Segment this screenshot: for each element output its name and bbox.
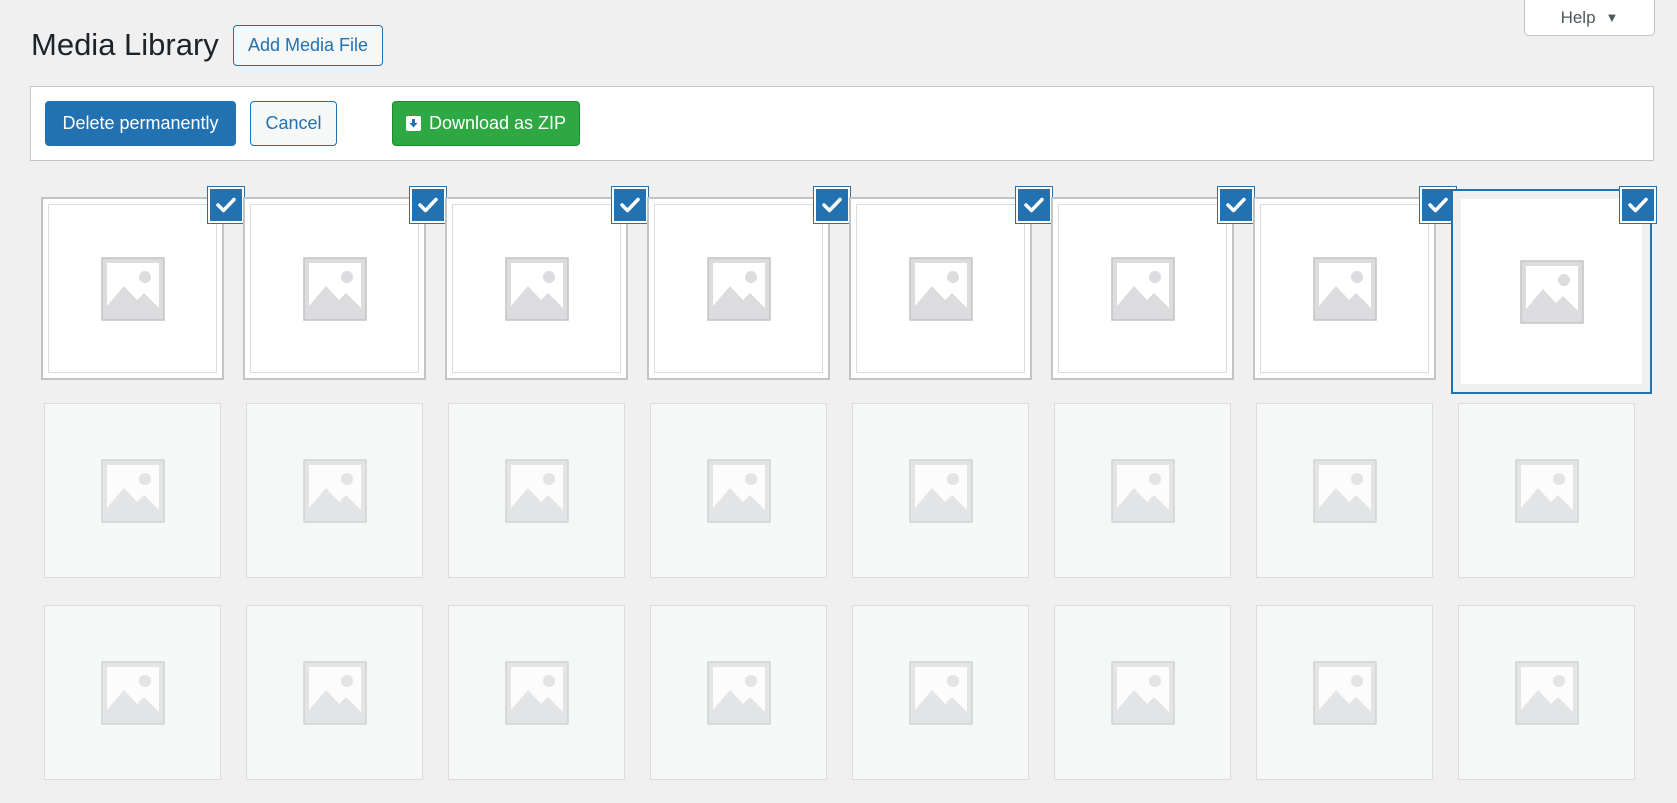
image-placeholder-icon [302, 660, 367, 725]
media-item[interactable] [1251, 397, 1438, 584]
image-placeholder-icon [1110, 458, 1175, 523]
image-placeholder-icon [302, 256, 367, 321]
media-thumbnail [1458, 403, 1635, 578]
image-placeholder-icon [1312, 256, 1377, 321]
media-item[interactable] [39, 599, 226, 786]
media-thumbnail [852, 403, 1029, 578]
media-thumbnail [246, 605, 423, 780]
media-item[interactable] [1049, 187, 1254, 382]
image-placeholder-icon [908, 458, 973, 523]
image-placeholder-icon [504, 458, 569, 523]
media-item[interactable] [1453, 599, 1640, 786]
media-item[interactable] [645, 397, 832, 584]
cancel-button[interactable]: Cancel [250, 101, 337, 146]
media-item[interactable] [443, 397, 630, 584]
media-item[interactable] [645, 599, 832, 786]
checkmark-icon[interactable] [410, 187, 446, 223]
image-placeholder-icon [302, 458, 367, 523]
media-thumbnail [1256, 403, 1433, 578]
media-thumbnail [647, 197, 830, 380]
image-placeholder-icon [1514, 660, 1579, 725]
media-thumbnail [1256, 605, 1433, 780]
image-placeholder-icon [706, 458, 771, 523]
media-thumbnail [246, 403, 423, 578]
image-placeholder-icon [504, 256, 569, 321]
delete-permanently-button[interactable]: Delete permanently [45, 101, 236, 146]
image-placeholder-icon [100, 256, 165, 321]
page-title: Media Library [31, 27, 219, 62]
caret-down-icon: ▼ [1605, 10, 1619, 25]
image-placeholder-icon [504, 660, 569, 725]
image-placeholder-icon [100, 458, 165, 523]
checkmark-icon[interactable] [814, 187, 850, 223]
media-thumbnail [852, 605, 1029, 780]
image-placeholder-icon [908, 256, 973, 321]
image-placeholder-icon [1514, 458, 1579, 523]
media-thumbnail [1253, 197, 1436, 380]
media-item[interactable] [241, 397, 428, 584]
media-thumbnail [650, 605, 827, 780]
media-item[interactable] [1049, 397, 1236, 584]
media-item[interactable] [39, 397, 226, 584]
add-media-file-button[interactable]: Add Media File [233, 25, 384, 66]
media-thumbnail [448, 403, 625, 578]
media-item[interactable] [1453, 397, 1640, 584]
media-thumbnail [44, 403, 221, 578]
checkmark-icon[interactable] [1016, 187, 1052, 223]
media-item[interactable] [1049, 599, 1236, 786]
media-item[interactable] [443, 599, 630, 786]
media-item[interactable] [241, 187, 446, 382]
media-item[interactable] [847, 187, 1052, 382]
checkmark-icon[interactable] [1218, 187, 1254, 223]
media-grid [39, 187, 1656, 786]
media-item[interactable] [443, 187, 648, 382]
image-placeholder-icon [706, 660, 771, 725]
checkmark-icon[interactable] [612, 187, 648, 223]
download-icon [405, 116, 421, 131]
media-thumbnail [650, 403, 827, 578]
download-zip-button[interactable]: Download as ZIP [392, 101, 580, 146]
media-library-page: Help ▼ Media Library Add Media File Dele… [0, 0, 1677, 803]
media-item[interactable] [645, 187, 850, 382]
media-item[interactable] [1451, 187, 1656, 394]
media-thumbnail [445, 197, 628, 380]
media-thumbnail [849, 197, 1032, 380]
image-placeholder-icon [1110, 256, 1175, 321]
bulk-actions-toolbar: Delete permanently Cancel Download as ZI… [30, 86, 1654, 161]
media-thumbnail [448, 605, 625, 780]
media-thumbnail [41, 197, 224, 380]
help-tab-button[interactable]: Help ▼ [1524, 0, 1655, 36]
help-label: Help [1560, 7, 1596, 27]
image-placeholder-icon [1312, 660, 1377, 725]
media-item[interactable] [39, 187, 244, 382]
checkmark-icon[interactable] [1620, 187, 1656, 223]
media-item[interactable] [847, 397, 1034, 584]
media-item[interactable] [847, 599, 1034, 786]
image-placeholder-icon [706, 256, 771, 321]
checkmark-icon[interactable] [208, 187, 244, 223]
media-thumbnail [1051, 197, 1234, 380]
image-placeholder-icon [908, 660, 973, 725]
media-thumbnail [243, 197, 426, 380]
media-thumbnail [44, 605, 221, 780]
image-placeholder-icon [100, 660, 165, 725]
media-thumbnail [1458, 605, 1635, 780]
image-placeholder-icon [1519, 259, 1584, 324]
image-placeholder-icon [1110, 660, 1175, 725]
media-item[interactable] [241, 599, 428, 786]
media-item[interactable] [1251, 599, 1438, 786]
media-thumbnail [1054, 403, 1231, 578]
image-placeholder-icon [1312, 458, 1377, 523]
media-item[interactable] [1251, 187, 1456, 382]
download-zip-label: Download as ZIP [428, 113, 567, 133]
media-thumbnail [1054, 605, 1231, 780]
